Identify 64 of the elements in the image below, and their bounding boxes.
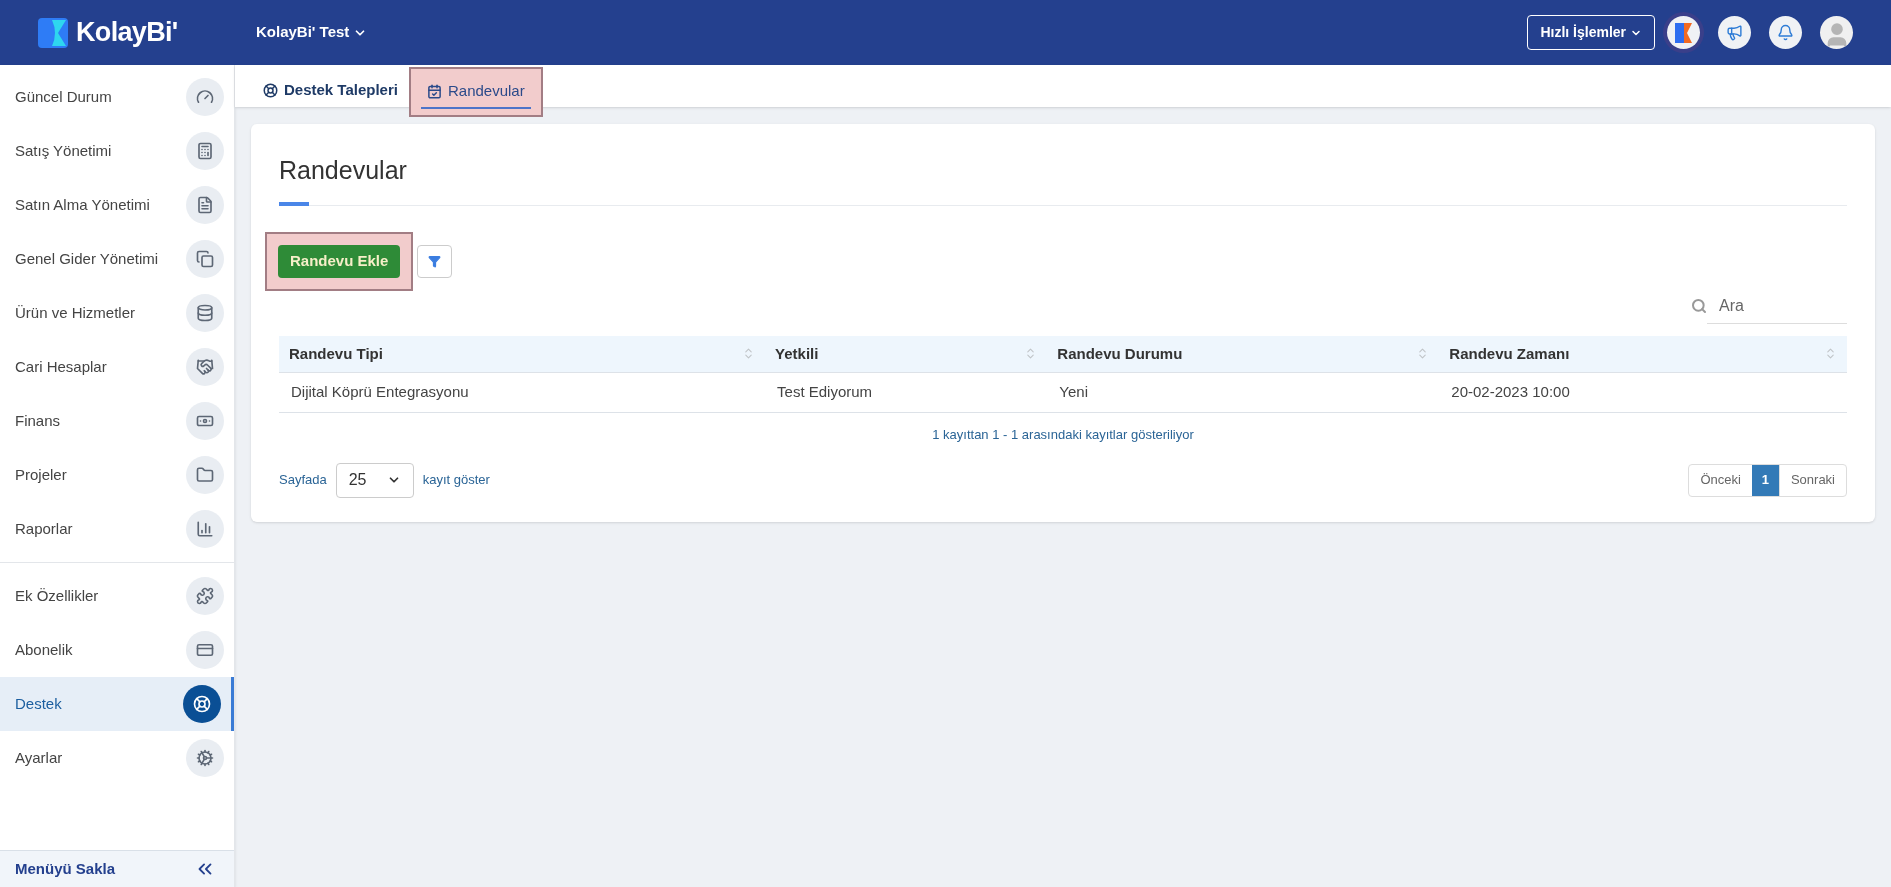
gauge-icon	[186, 78, 224, 116]
sidebar-item[interactable]: Projeler	[0, 448, 234, 502]
column-header[interactable]: Randevu Tipi	[279, 335, 766, 373]
filter-icon	[428, 254, 442, 268]
logo-icon	[1674, 22, 1693, 43]
sidebar-item[interactable]: Satın Alma Yönetimi	[0, 178, 234, 232]
quick-actions-button[interactable]: Hızlı İşlemler	[1527, 15, 1655, 50]
filter-button[interactable]	[417, 244, 453, 278]
page-size-label: Sayfada	[279, 471, 327, 490]
search-icon	[1691, 298, 1707, 314]
column-header[interactable]: Yetkili	[765, 335, 1048, 373]
document-icon	[186, 186, 224, 224]
copy-icon	[186, 240, 224, 278]
next-page-button[interactable]: Sonraki	[1778, 464, 1846, 496]
sidebar-item[interactable]: Ürün ve Hizmetler	[0, 286, 234, 340]
logo-icon	[38, 17, 68, 48]
table-cell: Yeni	[1047, 372, 1440, 413]
bell-icon	[1777, 24, 1794, 41]
company-dropdown[interactable]: KolayBi' Test	[256, 21, 368, 44]
credit-card-icon	[186, 631, 224, 669]
tab[interactable]: Destek Talepleri	[260, 73, 401, 107]
sidebar-item[interactable]: Finans	[0, 394, 234, 448]
table-cell: Dijital Köprü Entegrasyonu	[279, 372, 766, 413]
sidebar-item[interactable]: Cari Hesaplar	[0, 340, 234, 394]
sidebar-item[interactable]: Destek	[0, 677, 234, 731]
banknote-icon	[186, 402, 224, 440]
handshake-icon	[186, 348, 224, 386]
sidebar-item[interactable]: Ayarlar	[0, 731, 234, 785]
lifebuoy-icon	[183, 685, 221, 723]
page-title: Randevular	[279, 155, 408, 186]
sidebar-item[interactable]: Abonelik	[0, 623, 234, 677]
sidebar-item[interactable]: Satış Yönetimi	[0, 124, 234, 178]
sidebar-item[interactable]: Genel Gider Yönetimi	[0, 232, 234, 286]
column-header[interactable]: Randevu Durumu	[1047, 335, 1440, 373]
column-header[interactable]: Randevu Zamanı	[1439, 335, 1847, 373]
table-cell: Test Ediyorum	[765, 372, 1048, 413]
avatar-button[interactable]	[1820, 16, 1853, 49]
page-size-select[interactable]: 25	[335, 462, 414, 498]
sidebar-item[interactable]: Ek Özellikler	[0, 569, 234, 623]
page-size-label: kayıt göster	[422, 471, 490, 490]
previous-page-button[interactable]: Önceki	[1689, 464, 1752, 496]
calculator-icon	[186, 132, 224, 170]
notifications-button[interactable]	[1769, 16, 1802, 49]
logo-text: KolayBi'	[76, 16, 178, 50]
settings-icon	[186, 739, 224, 777]
announcements-button[interactable]	[1718, 16, 1751, 49]
bar-chart-icon	[186, 510, 224, 548]
hide-menu-button[interactable]: Menüyü Sakla	[0, 850, 234, 887]
table-cell: 20-02-2023 10:00	[1439, 372, 1847, 413]
database-icon	[186, 294, 224, 332]
lifebuoy-icon	[263, 82, 278, 98]
calendar-icon	[426, 83, 442, 99]
puzzle-icon	[186, 577, 224, 615]
page-number-button[interactable]: 1	[1751, 464, 1779, 496]
add-appointment-button[interactable]: Randevu Ekle	[278, 244, 401, 278]
sidebar-item[interactable]: Raporlar	[0, 502, 234, 556]
table-info: 1 kayıttan 1 - 1 arasındaki kayıtlar gösteriliyor	[931, 426, 1195, 444]
sidebar-item[interactable]: Güncel Durum	[0, 70, 234, 124]
title-underline	[279, 201, 309, 206]
sort-icon	[1824, 347, 1837, 361]
megaphone-icon	[1726, 24, 1743, 41]
folder-icon	[186, 456, 224, 494]
search-field[interactable]: Ara	[1707, 288, 1847, 324]
tab[interactable]: Randevular	[420, 75, 531, 109]
